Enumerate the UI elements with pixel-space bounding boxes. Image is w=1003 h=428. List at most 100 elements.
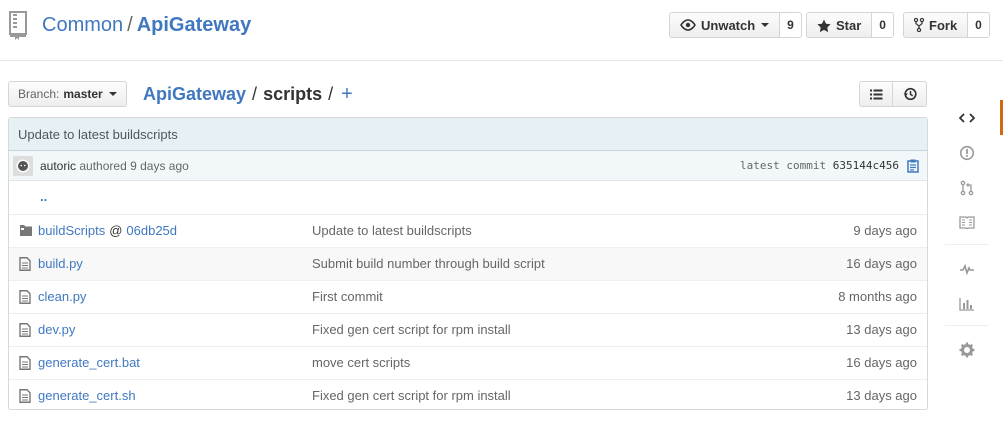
repo-sidebar-nav bbox=[945, 100, 1003, 377]
file-link[interactable]: buildScripts bbox=[38, 223, 105, 238]
history-icon bbox=[903, 87, 917, 101]
file-age: 9 days ago bbox=[853, 223, 917, 238]
submodule-folder-icon bbox=[19, 224, 33, 240]
submodule-ref-link[interactable]: 06db25d bbox=[126, 223, 177, 238]
repo-title: Common / ApiGateway bbox=[42, 12, 251, 38]
file-age: 13 days ago bbox=[846, 388, 917, 403]
repo-name-link[interactable]: ApiGateway bbox=[137, 14, 251, 36]
breadcrumb-current: scripts bbox=[263, 84, 323, 104]
table-row: build.py Submit build number through bui… bbox=[9, 247, 927, 280]
latest-commit-label: latest commit bbox=[740, 159, 827, 172]
branch-value: master bbox=[63, 87, 103, 101]
file-link[interactable]: clean.py bbox=[38, 289, 86, 304]
file-name-cell: generate_cert.sh bbox=[38, 380, 136, 409]
table-row: buildScripts @06db25d Update to latest bu… bbox=[9, 214, 927, 247]
clipboard-icon bbox=[907, 159, 919, 173]
file-link[interactable]: dev.py bbox=[38, 322, 75, 337]
fork-button[interactable]: Fork bbox=[903, 12, 969, 38]
file-list: Update to latest buildscripts autoric au… bbox=[8, 117, 928, 410]
file-commit-message[interactable]: First commit bbox=[312, 281, 383, 313]
copy-sha-button[interactable] bbox=[907, 159, 919, 176]
commit-sha-link[interactable]: 635144c456 bbox=[833, 159, 899, 172]
issues-icon bbox=[959, 145, 975, 160]
new-file-button[interactable]: + bbox=[341, 83, 353, 105]
file-link[interactable]: generate_cert.sh bbox=[38, 388, 136, 403]
file-name-cell: dev.py bbox=[38, 314, 75, 346]
star-label: Star bbox=[836, 17, 862, 33]
wiki-icon bbox=[959, 216, 975, 229]
commit-author-link[interactable]: autoric bbox=[40, 159, 76, 173]
stars-count[interactable]: 0 bbox=[872, 12, 894, 38]
star-group: Star 0 bbox=[806, 12, 894, 38]
file-age: 8 months ago bbox=[838, 289, 917, 304]
list-view-button[interactable] bbox=[859, 81, 893, 107]
file-link[interactable]: build.py bbox=[38, 256, 83, 271]
sidebar-item-issues[interactable] bbox=[945, 135, 989, 170]
file-commit-message[interactable]: Fixed gen cert script for rpm install bbox=[312, 314, 511, 346]
fork-group: Fork 0 bbox=[903, 12, 990, 38]
file-name-cell: generate_cert.bat bbox=[38, 347, 140, 379]
latest-commit-info: latest commit 635144c456 bbox=[740, 151, 899, 181]
sidebar-item-wiki[interactable] bbox=[945, 205, 989, 240]
star-icon bbox=[817, 19, 831, 32]
branch-label: Branch: bbox=[18, 87, 60, 101]
file-commit-message[interactable]: Fixed gen cert script for rpm install bbox=[312, 380, 511, 409]
fork-label: Fork bbox=[929, 17, 958, 33]
file-icon bbox=[19, 257, 31, 274]
breadcrumb-separator: / bbox=[328, 84, 334, 104]
unwatch-button[interactable]: Unwatch bbox=[669, 12, 781, 38]
repo-owner-link[interactable]: Common bbox=[42, 14, 123, 36]
file-name-cell: clean.py bbox=[38, 281, 86, 313]
file-commit-message[interactable]: move cert scripts bbox=[312, 347, 410, 379]
chevron-down-icon bbox=[108, 92, 117, 96]
parent-dir-row[interactable]: .. bbox=[9, 181, 927, 214]
forks-count[interactable]: 0 bbox=[968, 12, 990, 38]
file-commit-message[interactable]: Submit build number through build script bbox=[312, 248, 545, 280]
file-commit-message[interactable]: Update to latest buildscripts bbox=[312, 215, 472, 247]
commit-author-info: autoric authored 9 days ago bbox=[40, 151, 189, 181]
code-icon bbox=[959, 112, 975, 123]
latest-commit-message[interactable]: Update to latest buildscripts bbox=[9, 118, 927, 151]
file-age: 13 days ago bbox=[846, 322, 917, 337]
file-icon bbox=[19, 389, 31, 406]
file-link[interactable]: generate_cert.bat bbox=[38, 355, 140, 370]
eye-icon bbox=[680, 19, 696, 31]
repo-header: Common / ApiGateway Unwatch 9 Star 0 Fork … bbox=[0, 0, 1003, 61]
octocat-icon bbox=[16, 159, 30, 173]
watch-group: Unwatch 9 bbox=[669, 12, 802, 38]
table-row: clean.py First commit 8 months ago bbox=[9, 280, 927, 313]
repo-icon bbox=[8, 10, 30, 40]
commit-authored-time: authored 9 days ago bbox=[79, 159, 189, 173]
sidebar-item-settings[interactable] bbox=[945, 332, 989, 367]
list-icon bbox=[869, 89, 882, 99]
file-age: 16 days ago bbox=[846, 256, 917, 271]
star-button[interactable]: Star bbox=[806, 12, 873, 38]
view-toggle bbox=[859, 81, 927, 107]
pulse-icon bbox=[960, 263, 974, 275]
history-button[interactable] bbox=[893, 81, 927, 107]
watchers-count[interactable]: 9 bbox=[780, 12, 802, 38]
file-icon bbox=[19, 290, 31, 307]
file-icon bbox=[19, 323, 31, 340]
file-age: 16 days ago bbox=[846, 355, 917, 370]
breadcrumb-separator: / bbox=[252, 84, 258, 104]
breadcrumb-root-link[interactable]: ApiGateway bbox=[143, 84, 246, 104]
table-row: generate_cert.sh Fixed gen cert script f… bbox=[9, 379, 927, 409]
sidebar-item-code[interactable] bbox=[945, 100, 1003, 135]
branch-selector[interactable]: Branch: master bbox=[8, 81, 127, 107]
sidebar-item-pull-requests[interactable] bbox=[945, 170, 989, 205]
sidebar-item-pulse[interactable] bbox=[945, 251, 989, 286]
unwatch-label: Unwatch bbox=[701, 17, 756, 33]
file-name-cell: buildScripts @06db25d bbox=[38, 215, 177, 247]
graphs-icon bbox=[959, 297, 974, 311]
commit-meta: autoric authored 9 days ago latest commi… bbox=[9, 151, 927, 181]
table-row: dev.py Fixed gen cert script for rpm ins… bbox=[9, 313, 927, 346]
submodule-at: @ bbox=[109, 223, 123, 238]
breadcrumb: ApiGateway / scripts / + bbox=[143, 82, 353, 106]
avatar[interactable] bbox=[13, 156, 33, 176]
settings-icon bbox=[959, 342, 975, 357]
sidebar-item-graphs[interactable] bbox=[945, 286, 989, 321]
pull-requests-icon bbox=[960, 180, 974, 195]
parent-dir-link[interactable]: .. bbox=[40, 181, 47, 213]
file-name-cell: build.py bbox=[38, 248, 83, 280]
